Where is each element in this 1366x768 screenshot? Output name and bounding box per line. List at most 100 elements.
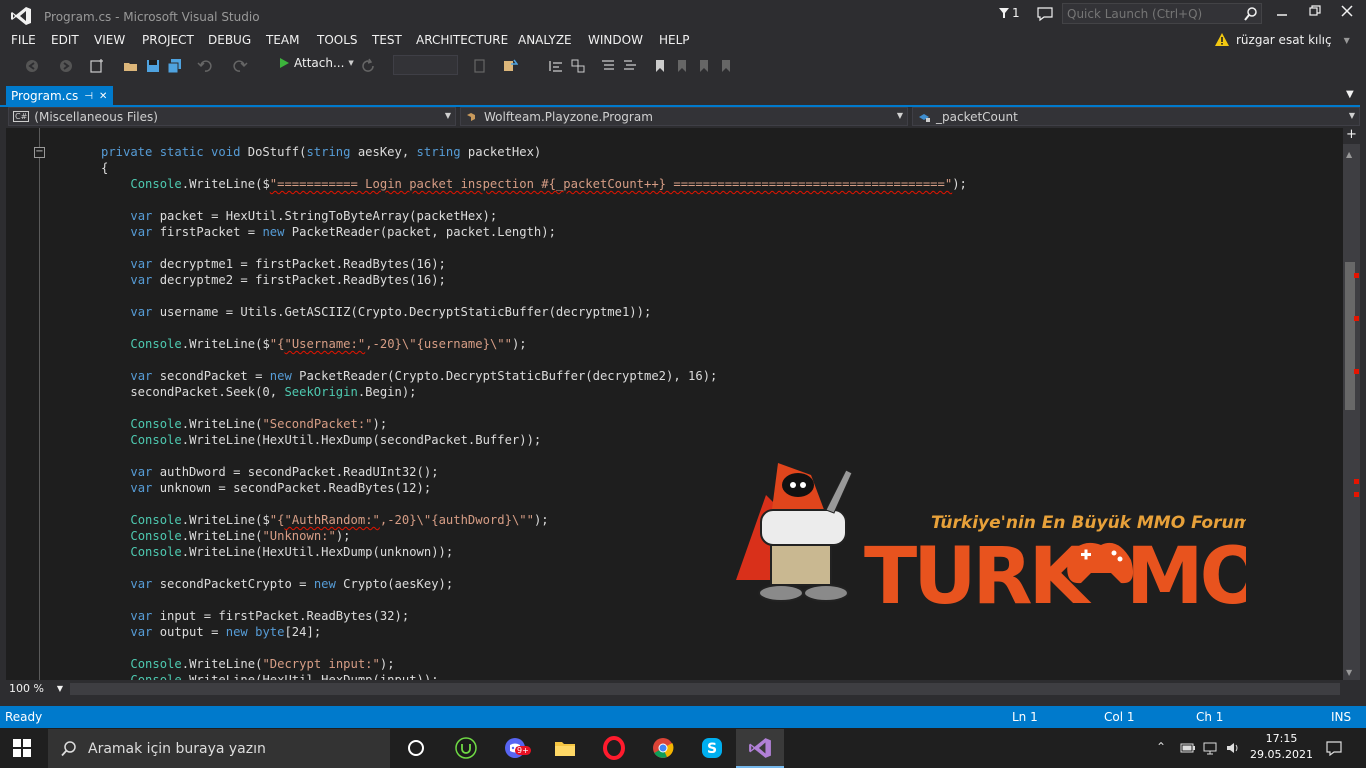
open-file-icon[interactable] <box>123 58 139 74</box>
prev-bookmark-icon[interactable] <box>674 58 690 74</box>
attach-button[interactable]: Attach... ▼ <box>278 56 354 70</box>
scroll-down-icon[interactable]: ▼ <box>1346 668 1352 677</box>
code-line[interactable]: { <box>101 160 967 176</box>
menu-file[interactable]: FILE <box>11 33 36 47</box>
save-icon[interactable] <box>145 58 161 74</box>
code-line[interactable]: secondPacket.Seek(0, SeekOrigin.Begin); <box>101 384 967 400</box>
battery-icon[interactable] <box>1180 742 1196 754</box>
uncomment-icon[interactable] <box>622 58 638 74</box>
menu-analyze[interactable]: ANALYZE <box>518 33 572 47</box>
menu-debug[interactable]: DEBUG <box>208 33 251 47</box>
network-icon[interactable] <box>1202 741 1218 755</box>
user-account[interactable]: rüzgar esat kılıç ▼ <box>1214 32 1350 48</box>
menu-view[interactable]: VIEW <box>94 33 125 47</box>
code-line[interactable] <box>101 400 967 416</box>
split-editor-icon[interactable]: + <box>1343 128 1360 144</box>
error-marker[interactable] <box>1354 369 1359 374</box>
code-line[interactable]: Console.WriteLine($"=========== Login pa… <box>101 176 967 192</box>
tab-program-cs[interactable]: Program.cs ⊣ ✕ <box>6 86 113 106</box>
chrome-icon[interactable] <box>651 736 675 760</box>
code-line[interactable]: var output = new byte[24]; <box>101 624 967 640</box>
forward-arrow-icon[interactable] <box>58 58 74 74</box>
code-line[interactable]: Console.WriteLine($"{"Username:",-20}\"{… <box>101 336 967 352</box>
horizontal-scrollbar[interactable] <box>70 683 1340 695</box>
next-bookmark-icon[interactable] <box>696 58 712 74</box>
save-all-icon[interactable] <box>167 58 183 74</box>
code-line[interactable] <box>101 320 967 336</box>
code-line[interactable]: Console.WriteLine(HexUtil.HexDump(second… <box>101 432 967 448</box>
menu-help[interactable]: HELP <box>659 33 690 47</box>
close-window-button[interactable] <box>1336 5 1358 23</box>
opera-icon[interactable] <box>602 736 626 760</box>
minimize-button[interactable] <box>1271 5 1293 23</box>
volume-icon[interactable] <box>1225 741 1241 755</box>
new-project-icon[interactable] <box>89 58 105 74</box>
code-token: .WriteLine(HexUtil.HexDump(secondPacket.… <box>181 433 542 447</box>
menu-project[interactable]: PROJECT <box>142 33 194 47</box>
svg-text:S: S <box>707 741 717 757</box>
menu-tools[interactable]: TOOLS <box>317 33 358 47</box>
bookmark-icon[interactable] <box>652 58 668 74</box>
tab-dropdown-icon[interactable]: ▼ <box>1346 89 1354 100</box>
member-combo[interactable]: _packetCount ▼ <box>912 107 1360 126</box>
code-line[interactable]: var firstPacket = new PacketReader(packe… <box>101 224 967 240</box>
notifications-button[interactable]: 1 <box>998 6 1020 20</box>
code-line[interactable] <box>101 640 967 656</box>
error-marker[interactable] <box>1354 479 1359 484</box>
back-arrow-icon[interactable] <box>24 58 40 74</box>
vertical-scroll-thumb[interactable] <box>1345 262 1355 410</box>
scroll-up-icon[interactable]: ▲ <box>1346 150 1352 159</box>
code-line[interactable] <box>101 352 967 368</box>
taskbar-clock[interactable]: 17:15 29.05.2021 <box>1250 731 1313 763</box>
code-line[interactable]: Console.WriteLine("Decrypt input:"); <box>101 656 967 672</box>
project-combo[interactable]: C# (Miscellaneous Files) ▼ <box>8 107 456 126</box>
code-line[interactable] <box>101 288 967 304</box>
skype-icon[interactable]: S <box>700 736 724 760</box>
redo-icon[interactable] <box>232 58 248 74</box>
outline-icon[interactable] <box>570 58 586 74</box>
upwork-icon[interactable] <box>454 736 478 760</box>
tray-chevron-up-icon[interactable]: ⌃ <box>1156 740 1166 754</box>
menu-team[interactable]: TEAM <box>266 33 299 47</box>
quick-launch-input[interactable] <box>1062 3 1262 24</box>
code-line[interactable] <box>101 192 967 208</box>
windows-start-icon[interactable] <box>12 738 32 758</box>
file-explorer-icon[interactable] <box>553 736 577 760</box>
code-line[interactable]: var secondPacket = new PacketReader(Cryp… <box>101 368 967 384</box>
pin-icon[interactable]: ⊣ <box>84 91 93 102</box>
refresh-icon[interactable] <box>360 58 376 74</box>
code-line[interactable] <box>101 240 967 256</box>
comment-icon[interactable] <box>600 58 616 74</box>
code-line[interactable]: var decryptme2 = firstPacket.ReadBytes(1… <box>101 272 967 288</box>
collapse-icon[interactable]: − <box>34 147 45 158</box>
navigate-icon[interactable] <box>502 58 518 74</box>
code-line[interactable]: var username = Utils.GetASCIIZ(Crypto.De… <box>101 304 967 320</box>
action-center-icon[interactable] <box>1325 740 1343 756</box>
error-marker[interactable] <box>1354 316 1359 321</box>
type-combo[interactable]: Wolfteam.Playzone.Program ▼ <box>460 107 908 126</box>
taskbar-search[interactable]: Aramak için buraya yazın <box>48 729 390 768</box>
code-token: output = <box>152 625 226 639</box>
task-view-icon[interactable] <box>404 736 428 760</box>
code-line[interactable]: var packet = HexUtil.StringToByteArray(p… <box>101 208 967 224</box>
search-icon[interactable] <box>1243 6 1259 22</box>
error-marker[interactable] <box>1354 492 1359 497</box>
solution-config-combo[interactable] <box>393 55 458 75</box>
menu-test[interactable]: TEST <box>372 33 402 47</box>
code-line[interactable]: private static void DoStuff(string aesKe… <box>101 144 967 160</box>
align-icon[interactable] <box>548 58 564 74</box>
close-tab-icon[interactable]: ✕ <box>99 91 107 102</box>
find-in-files-icon[interactable] <box>472 58 488 74</box>
restore-button[interactable] <box>1304 5 1326 23</box>
menu-architecture[interactable]: ARCHITECTURE <box>416 33 508 47</box>
code-line[interactable]: Console.WriteLine("SecondPacket:"); <box>101 416 967 432</box>
code-line[interactable]: var decryptme1 = firstPacket.ReadBytes(1… <box>101 256 967 272</box>
undo-icon[interactable] <box>197 58 213 74</box>
feedback-icon[interactable] <box>1036 6 1054 22</box>
code-line[interactable]: Console.WriteLine(HexUtil.HexDump(input)… <box>101 672 967 680</box>
zoom-combo[interactable]: 100 % ▼ <box>6 681 66 697</box>
clear-bookmarks-icon[interactable] <box>718 58 734 74</box>
error-marker[interactable] <box>1354 273 1359 278</box>
menu-edit[interactable]: EDIT <box>51 33 79 47</box>
menu-window[interactable]: WINDOW <box>588 33 643 47</box>
